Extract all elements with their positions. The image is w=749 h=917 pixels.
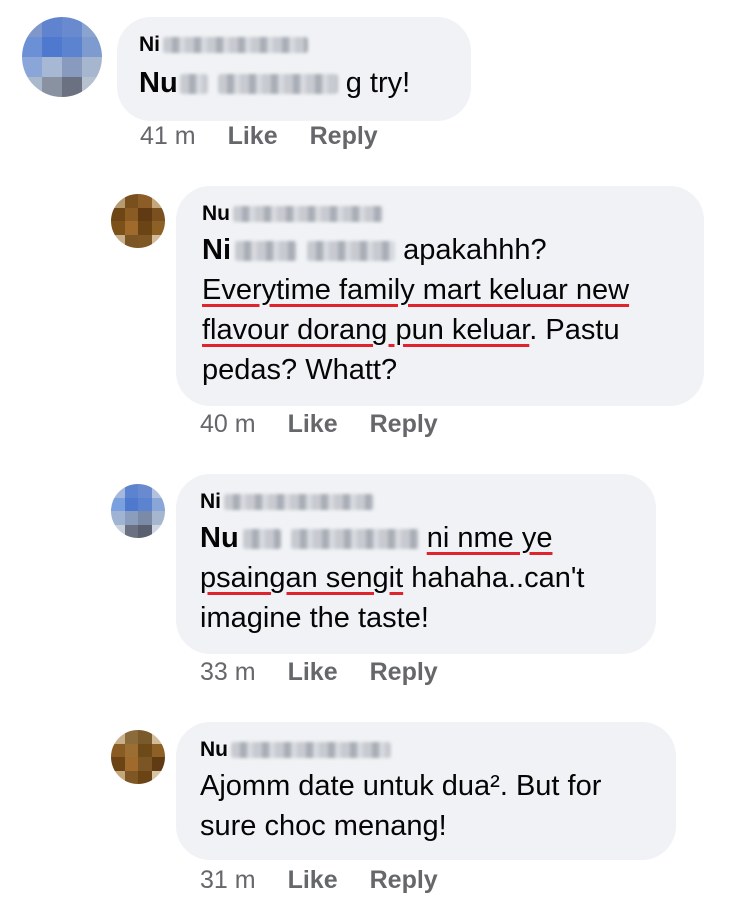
comment-bubble: Ni Nu ni nme ye psaingan sengit hahaha..… [176, 474, 656, 654]
comment-actions: 31 m Like Reply [200, 866, 438, 895]
author-name[interactable]: Ni [200, 490, 221, 513]
comment-text: Ni apakahhh? Everytime family mart kelua… [202, 234, 630, 386]
blurred-name [163, 37, 308, 54]
author-name[interactable]: Nu [200, 738, 228, 761]
like-button[interactable]: Like [288, 410, 338, 439]
blurred-mention [217, 74, 338, 95]
like-button[interactable]: Like [288, 658, 338, 687]
avatar[interactable] [111, 730, 165, 784]
author-name[interactable]: Ni [139, 33, 160, 56]
like-button[interactable]: Like [228, 122, 278, 151]
blurred-name [231, 742, 391, 759]
reply-button[interactable]: Reply [310, 122, 378, 151]
avatar[interactable] [111, 194, 165, 248]
author-name[interactable]: Nu [202, 202, 230, 225]
like-button[interactable]: Like [288, 866, 338, 895]
comment-actions: 41 m Like Reply [140, 122, 378, 151]
comment-bubble: Nu Ni apakahhh? Everytime family mart ke… [176, 186, 704, 406]
comment-actions: 33 m Like Reply [200, 658, 438, 687]
comment-actions: 40 m Like Reply [200, 410, 438, 439]
comment-time[interactable]: 40 m [200, 410, 256, 439]
blurred-mention [307, 241, 395, 262]
comment-time[interactable]: 41 m [140, 122, 196, 151]
blurred-mention [242, 529, 281, 550]
comment-time[interactable]: 33 m [200, 658, 256, 687]
blurred-mention [235, 241, 297, 262]
comment-bubble: Ni Nu g try! [117, 17, 471, 121]
comment-bubble: Nu Ajomm date untuk dua². But for sure c… [176, 722, 676, 860]
comment-text: Nu ni nme ye psaingan sengit hahaha..can… [200, 522, 585, 634]
blurred-name [233, 206, 383, 223]
mention-tag[interactable]: Ni [202, 234, 395, 266]
blurred-mention [290, 529, 419, 550]
comment-author[interactable]: Nu [202, 200, 678, 228]
comment-time[interactable]: 31 m [200, 866, 256, 895]
mention-tag[interactable]: Nu [139, 67, 338, 99]
reply-button[interactable]: Reply [370, 658, 438, 687]
avatar[interactable] [22, 17, 102, 97]
blurred-mention [179, 74, 208, 95]
comment-author[interactable]: Ni [139, 31, 449, 59]
reply-button[interactable]: Reply [370, 410, 438, 439]
comment-text: Ajomm date untuk dua². But for sure choc… [200, 770, 602, 842]
comment-text: Nu g try! [139, 67, 411, 99]
blurred-name [224, 494, 374, 511]
mention-tag[interactable]: Nu [200, 522, 419, 554]
comment-author[interactable]: Nu [200, 736, 652, 764]
avatar[interactable] [111, 484, 165, 538]
comment-author[interactable]: Ni [200, 488, 632, 516]
reply-button[interactable]: Reply [370, 866, 438, 895]
